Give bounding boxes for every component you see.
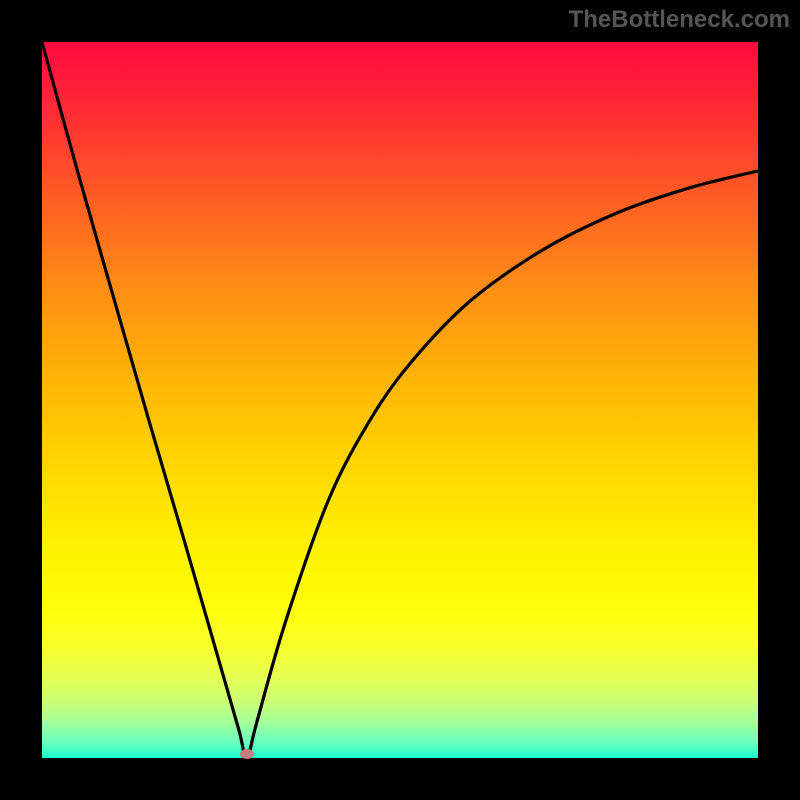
chart-container: TheBottleneck.com <box>0 0 800 800</box>
chart-curve <box>42 42 758 758</box>
watermark-text: TheBottleneck.com <box>569 6 790 34</box>
plot-area <box>42 42 758 758</box>
minimum-marker <box>240 749 254 759</box>
